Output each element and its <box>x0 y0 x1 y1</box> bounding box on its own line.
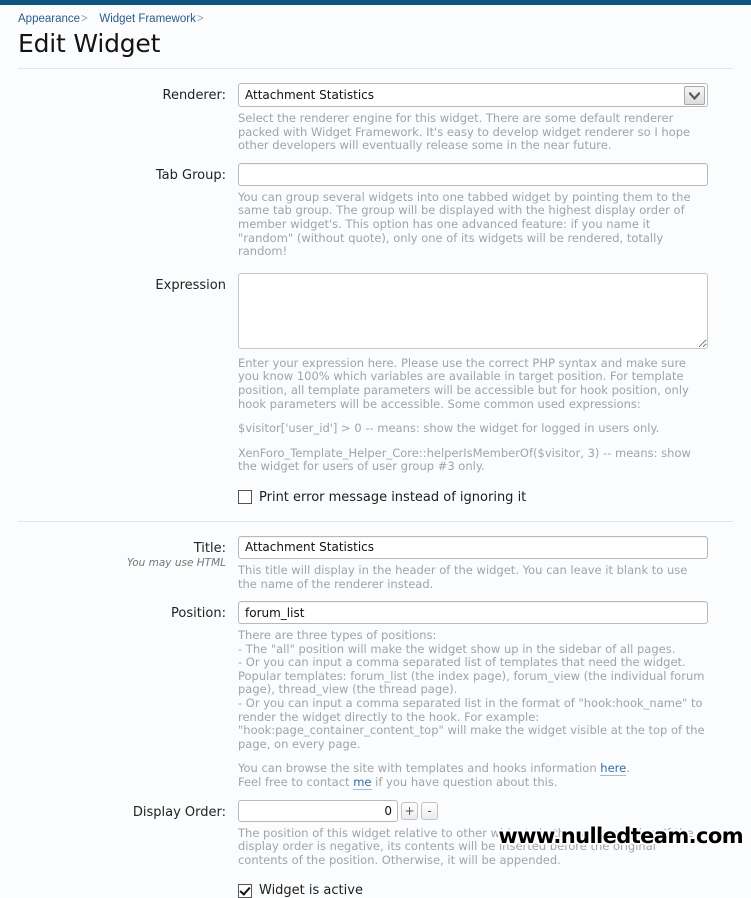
expression-field-cell: Enter your expression here. Please use t… <box>238 272 733 505</box>
breadcrumb-separator-2: > <box>196 13 204 25</box>
display-order-label: Display Order: <box>132 804 226 820</box>
renderer-hint: Select the renderer engine for this widg… <box>238 111 708 153</box>
edit-widget-form: Renderer: Attachment Statistics Select t… <box>0 69 751 505</box>
print-error-checkbox[interactable] <box>238 490 252 505</box>
field-row-expression: Expression Enter your expression here. P… <box>18 272 733 505</box>
display-order-label-cell: Display Order: <box>18 800 238 820</box>
expression-textarea[interactable] <box>238 272 708 349</box>
field-row-renderer: Renderer: Attachment Statistics Select t… <box>18 83 733 153</box>
field-row-display-order: Display Order: + - The position of this … <box>18 799 733 898</box>
tab-group-field-cell: You can group several widgets into one t… <box>238 162 733 259</box>
expression-hint-text-2: $visitor['user_id'] > 0 -- means: show t… <box>238 421 660 436</box>
print-error-checkbox-row[interactable]: Print error message instead of ignoring … <box>238 490 708 505</box>
display-order-input[interactable] <box>238 799 398 822</box>
title-sub-hint: You may use HTML <box>126 556 226 569</box>
title-field-cell: This title will display in the header of… <box>238 535 733 591</box>
renderer-field-cell: Attachment Statistics Select the rendere… <box>238 83 733 153</box>
renderer-label-cell: Renderer: <box>18 83 238 103</box>
widget-active-checkbox[interactable] <box>238 883 252 898</box>
position-hint-line-1: There are three types of positions: <box>238 628 437 643</box>
position-label-cell: Position: <box>18 601 238 621</box>
tab-group-label-cell: Tab Group: <box>18 163 238 183</box>
display-order-field-cell: + - The position of this widget relative… <box>238 799 733 898</box>
title-label-cell: Title: You may use HTML <box>18 536 238 569</box>
position-browse-post: . <box>626 761 630 776</box>
position-browse-pre: You can browse the site with templates a… <box>238 761 601 776</box>
me-link[interactable]: me <box>353 775 372 791</box>
tab-group-hint-text: You can group several widgets into one t… <box>238 189 691 259</box>
tab-group-input[interactable] <box>238 162 708 186</box>
position-contact-pre: Feel free to contact <box>238 775 354 790</box>
title-label: Title: <box>193 540 226 556</box>
display-order-stepper: + - <box>238 799 708 822</box>
field-row-position: Position: There are three types of posit… <box>18 601 733 791</box>
display-order-decrement-button[interactable]: - <box>421 801 438 820</box>
page-title: Edit Widget <box>18 29 161 58</box>
expression-label: Expression <box>155 277 226 293</box>
expression-hint: Enter your expression here. Please use t… <box>238 355 708 474</box>
position-contact-line: Feel free to contact me if you have ques… <box>238 775 708 791</box>
breadcrumb-item-appearance[interactable]: Appearance <box>18 13 80 25</box>
position-label: Position: <box>171 606 226 622</box>
position-contact-post: if you have question about this. <box>371 775 558 790</box>
renderer-hint-text: Select the renderer engine for this widg… <box>238 111 691 153</box>
breadcrumb: Appearance> Widget Framework> <box>0 5 751 27</box>
title-input[interactable] <box>238 535 708 559</box>
widget-active-checkbox-label: Widget is active <box>259 883 363 898</box>
position-hint: There are three types of positions: - Th… <box>238 628 708 791</box>
position-hint-line-4: - Or you can input a comma separated lis… <box>238 696 705 751</box>
display-order-increment-button[interactable]: + <box>401 801 418 820</box>
position-field-cell: There are three types of positions: - Th… <box>238 601 733 791</box>
expression-label-cell: Expression <box>18 273 238 293</box>
widget-active-checkbox-row[interactable]: Widget is active <box>238 883 708 898</box>
field-row-tab-group: Tab Group: You can group several widgets… <box>18 162 733 259</box>
renderer-select[interactable]: Attachment Statistics <box>238 83 708 107</box>
title-hint-text: This title will display in the header of… <box>238 562 688 591</box>
position-input[interactable] <box>238 601 708 625</box>
position-browse-line: You can browse the site with templates a… <box>238 761 708 777</box>
here-link[interactable]: here <box>600 761 627 777</box>
breadcrumb-separator-1: > <box>81 13 88 25</box>
renderer-label: Renderer: <box>162 88 227 103</box>
title-hint: This title will display in the header of… <box>238 562 708 591</box>
breadcrumb-item-widget-framework[interactable]: Widget Framework <box>99 13 196 25</box>
position-hint-line-3: - Or you can input a comma separated lis… <box>238 655 705 697</box>
expression-hint-text-1: Enter your expression here. Please use t… <box>238 355 689 411</box>
print-error-checkbox-label: Print error message instead of ignoring … <box>259 489 527 505</box>
renderer-select-wrapper: Attachment Statistics <box>238 83 708 107</box>
field-row-title: Title: You may use HTML This title will … <box>18 535 733 591</box>
tab-group-hint: You can group several widgets into one t… <box>238 189 708 259</box>
expression-hint-text-3: XenForo_Template_Helper_Core::helperIsMe… <box>238 445 691 474</box>
watermark: www.nulledteam.com <box>498 824 743 848</box>
position-hint-line-2: - The "all" position will make the widge… <box>238 641 676 656</box>
tab-group-label: Tab Group: <box>155 167 226 183</box>
